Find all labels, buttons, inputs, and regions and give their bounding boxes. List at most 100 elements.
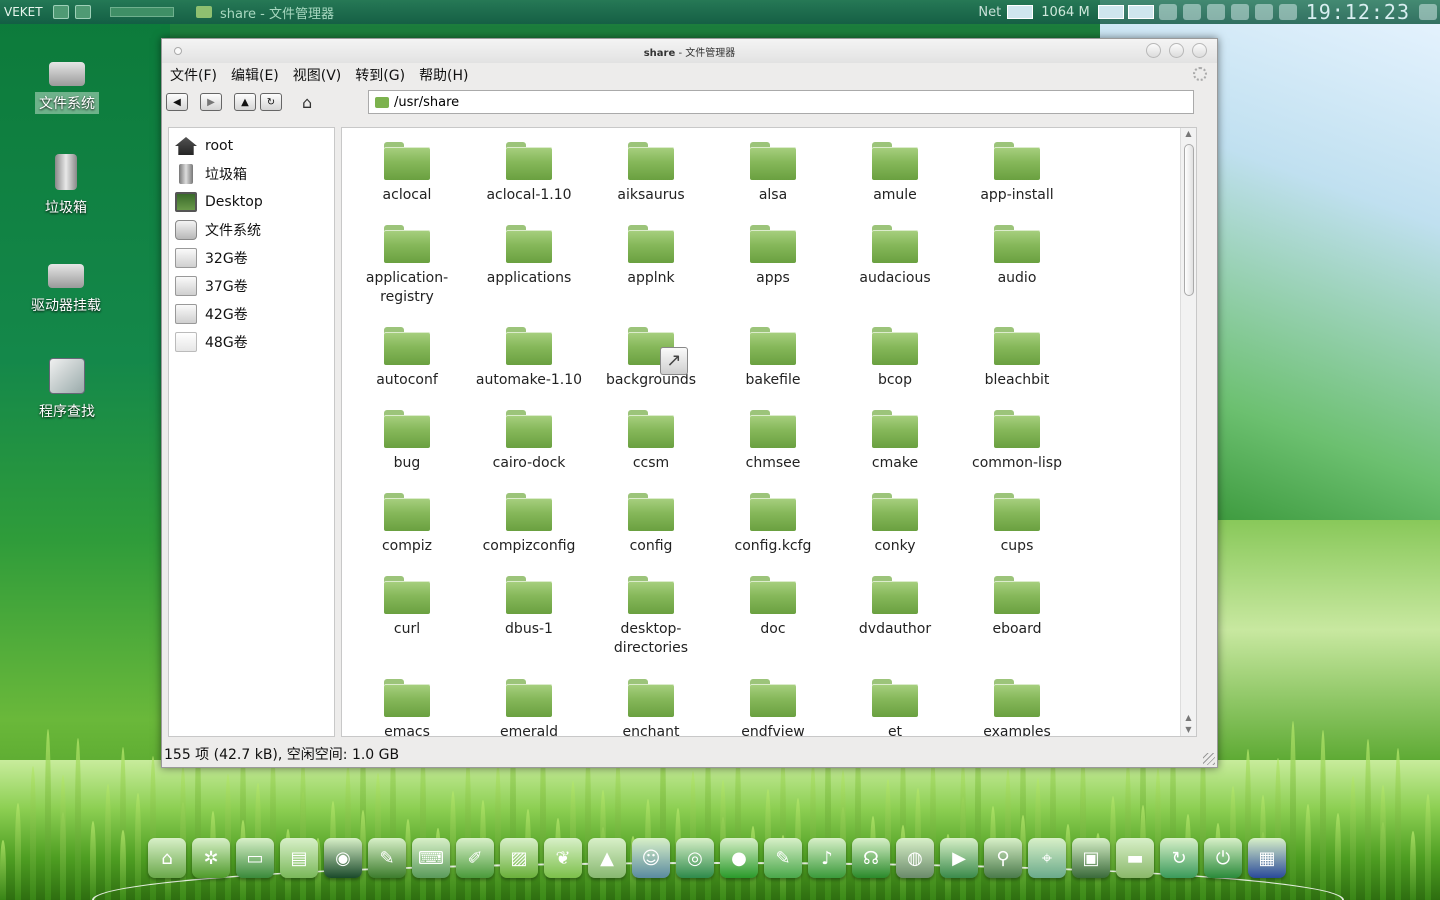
resize-grip-icon[interactable]: [1203, 753, 1215, 765]
file-item[interactable]: ccsm: [590, 410, 712, 473]
vertical-scrollbar[interactable]: ▲ ▲ ▼: [1180, 128, 1196, 736]
graphics-icon[interactable]: ▨: [500, 838, 538, 878]
play-icon[interactable]: ▶: [940, 838, 978, 878]
sidebar-item[interactable]: Desktop: [169, 188, 334, 216]
file-item[interactable]: doc: [712, 576, 834, 639]
file-item[interactable]: compizconfig: [468, 493, 590, 556]
sidebar-item[interactable]: 37G卷: [169, 272, 334, 300]
file-item[interactable]: eboard: [956, 576, 1078, 639]
file-item[interactable]: chmsee: [712, 410, 834, 473]
menu-view[interactable]: 视图(V): [293, 65, 342, 85]
desktop-icon-trash[interactable]: 垃圾箱: [16, 154, 116, 218]
file-item[interactable]: audacious: [834, 225, 956, 288]
file-item[interactable]: emerald: [468, 679, 590, 736]
browser-icon[interactable]: ◎: [676, 838, 714, 878]
pen-icon[interactable]: ✎: [368, 838, 406, 878]
file-item[interactable]: bakefile: [712, 327, 834, 390]
users-icon[interactable]: ☺: [632, 838, 670, 878]
file-item[interactable]: autoconf: [346, 327, 468, 390]
window-titlebar[interactable]: share - 文件管理器: [162, 39, 1217, 63]
file-item[interactable]: common-lisp: [956, 410, 1078, 473]
app-tray-icon[interactable]: [1254, 4, 1273, 20]
menu-file[interactable]: 文件(F): [170, 65, 217, 85]
taskbar-window-button[interactable]: share - 文件管理器: [184, 3, 334, 22]
home-button[interactable]: ⌂: [302, 93, 320, 112]
file-item[interactable]: application- registry: [346, 225, 468, 307]
file-item[interactable]: bug: [346, 410, 468, 473]
close-button[interactable]: [1192, 43, 1207, 58]
refresh-icon[interactable]: ↻: [1160, 838, 1198, 878]
disc-icon[interactable]: ◍: [896, 838, 934, 878]
file-item[interactable]: conky: [834, 493, 956, 556]
home-icon[interactable]: ⌂: [148, 838, 186, 878]
photo-icon[interactable]: ▣: [1072, 838, 1110, 878]
volume-icon[interactable]: [1182, 4, 1201, 20]
panel-icon-2[interactable]: [75, 5, 91, 19]
sidebar-item[interactable]: 48G卷: [169, 328, 334, 356]
network-icon[interactable]: [1158, 4, 1177, 20]
menu-go[interactable]: 转到(G): [355, 65, 405, 85]
scroll-up-icon[interactable]: ▲: [1181, 128, 1196, 140]
music-note-icon[interactable]: ♪: [808, 838, 846, 878]
menu-help[interactable]: 帮助(H): [419, 65, 468, 85]
desktop-icon-filesystem[interactable]: 文件系统: [17, 50, 117, 114]
file-item[interactable]: cups: [956, 493, 1078, 556]
up-button[interactable]: ▲: [234, 93, 256, 111]
file-item[interactable]: config.kcfg: [712, 493, 834, 556]
file-item[interactable]: aclocal: [346, 142, 468, 205]
file-item[interactable]: bleachbit: [956, 327, 1078, 390]
file-item[interactable]: audio: [956, 225, 1078, 288]
file-item[interactable]: app-install: [956, 142, 1078, 205]
map-search-icon[interactable]: ⌖: [1028, 838, 1066, 878]
file-item[interactable]: aiksaurus: [590, 142, 712, 205]
file-item[interactable]: aclocal-1.10: [468, 142, 590, 205]
file-item[interactable]: emacs: [346, 679, 468, 736]
search-icon[interactable]: ⚲: [984, 838, 1022, 878]
file-item[interactable]: examples: [956, 679, 1078, 736]
sidebar-item[interactable]: 垃圾箱: [169, 160, 334, 188]
scroll-thumb[interactable]: [1184, 144, 1194, 296]
maximize-button[interactable]: [1169, 43, 1184, 58]
file-item[interactable]: compiz: [346, 493, 468, 556]
reload-button[interactable]: ↻: [260, 93, 282, 111]
file-item[interactable]: enchant: [590, 679, 712, 736]
eye-icon[interactable]: ◉: [324, 838, 362, 878]
drive-icon[interactable]: ▬: [1116, 838, 1154, 878]
desktop-icon-drive-mount[interactable]: 驱动器挂载: [16, 252, 116, 316]
file-item[interactable]: applnk: [590, 225, 712, 288]
file-item[interactable]: cairo-dock: [468, 410, 590, 473]
file-item[interactable]: alsa: [712, 142, 834, 205]
scroll-down-icon[interactable]: ▼: [1181, 724, 1196, 736]
file-item[interactable]: endfview: [712, 679, 834, 736]
scroll-up-lower-icon[interactable]: ▲: [1181, 712, 1196, 724]
keyboard-icon[interactable]: ⌨: [412, 838, 450, 878]
file-item[interactable]: apps: [712, 225, 834, 288]
memory-meter[interactable]: [1097, 5, 1124, 19]
panel-brand[interactable]: VEKET: [0, 5, 50, 19]
menu-edit[interactable]: 编辑(E): [231, 65, 279, 85]
file-item[interactable]: dbus-1: [468, 576, 590, 639]
forward-button[interactable]: ▶: [200, 93, 222, 111]
keyboard-icon[interactable]: [1230, 4, 1249, 20]
headphones-icon[interactable]: ☊: [852, 838, 890, 878]
sidebar-item[interactable]: 42G卷: [169, 300, 334, 328]
desktop-icon-program-search[interactable]: 程序查找: [17, 358, 117, 422]
pdf-icon[interactable]: ▲: [588, 838, 626, 878]
file-item[interactable]: config: [590, 493, 712, 556]
file-item[interactable]: ↗ backgrounds: [590, 327, 712, 390]
back-button[interactable]: ◀: [166, 93, 188, 111]
settings-icon[interactable]: ✲: [192, 838, 230, 878]
wallpaper-icon[interactable]: ▦: [1248, 838, 1286, 878]
net-meter[interactable]: [1007, 5, 1034, 19]
play-icon[interactable]: [1206, 4, 1225, 20]
window-icon[interactable]: [1278, 4, 1297, 20]
file-item[interactable]: bcop: [834, 327, 956, 390]
clock[interactable]: 19:12:23: [1306, 0, 1410, 24]
sidebar-item[interactable]: 32G卷: [169, 244, 334, 272]
display-icon[interactable]: ▭: [236, 838, 274, 878]
spreadsheet-icon[interactable]: ▤: [280, 838, 318, 878]
leaf-icon[interactable]: ❦: [544, 838, 582, 878]
workspace-pager[interactable]: [110, 7, 174, 17]
location-bar[interactable]: /usr/share: [368, 90, 1194, 114]
file-item[interactable]: et: [834, 679, 956, 736]
